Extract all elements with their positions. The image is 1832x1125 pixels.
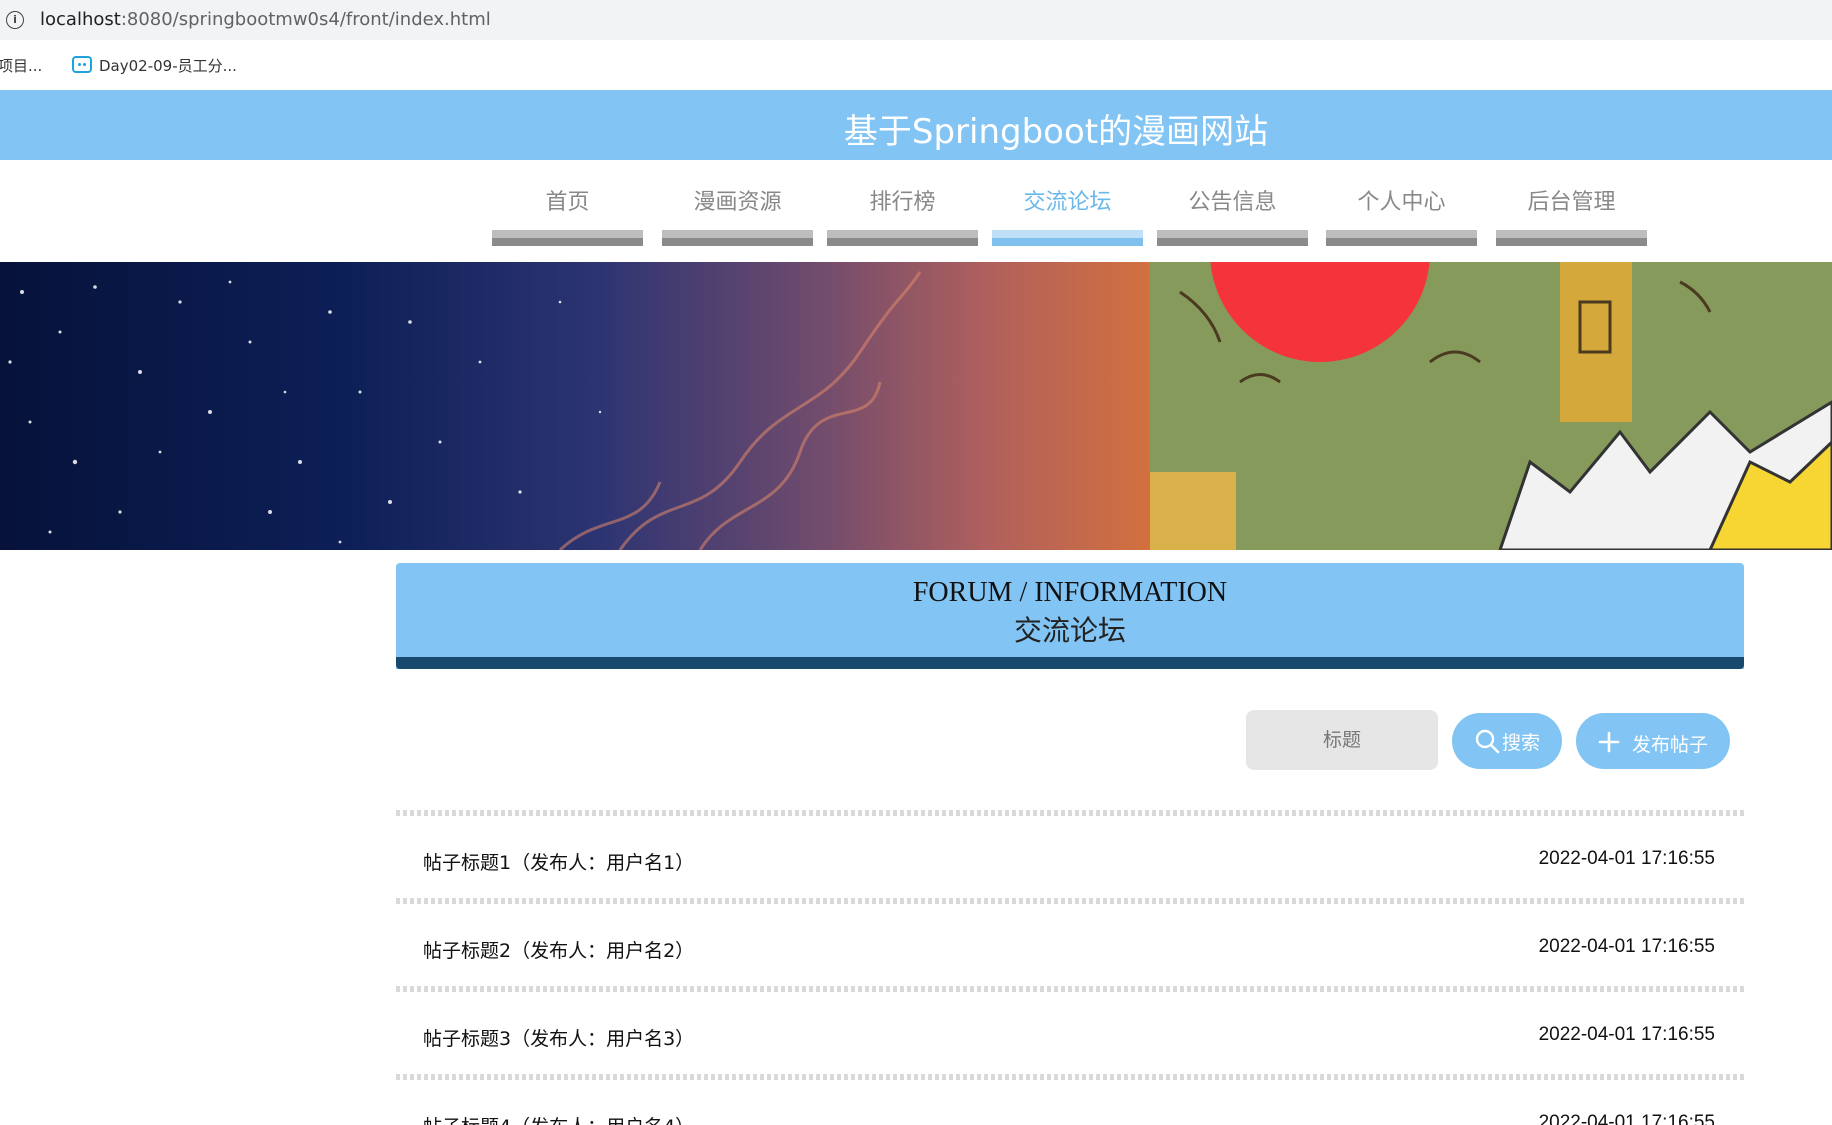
post-time: 2022-04-01 17:16:55	[1538, 848, 1715, 869]
nav-item-label: 公告信息	[1188, 190, 1277, 215]
nav-item-notices[interactable]: 公告信息	[1157, 190, 1308, 246]
forum-title-en: FORUM / INFORMATION	[912, 577, 1228, 608]
search-icon	[1475, 729, 1500, 754]
banner-image	[0, 262, 1832, 550]
banner-manga-art	[1150, 262, 1832, 550]
nav-underline	[662, 230, 813, 246]
post-list: 帖子标题1（发布人：用户名1） 2022-04-01 17:16:55 帖子标题…	[396, 810, 1744, 1125]
post-row[interactable]: 帖子标题3（发布人：用户名3） 2022-04-01 17:16:55	[396, 992, 1744, 1074]
browser-address-bar[interactable]: i localhost:8080/springbootmw0s4/front/i…	[0, 0, 1832, 40]
nav-underline	[827, 230, 978, 246]
nav-item-label: 首页	[545, 190, 590, 215]
search-button-label: 搜索	[1502, 732, 1541, 754]
nav-item-label: 后台管理	[1527, 190, 1616, 215]
forum-header-underline	[396, 657, 1744, 669]
post-row[interactable]: 帖子标题2（发布人：用户名2） 2022-04-01 17:16:55	[396, 904, 1744, 986]
nav-item-forum[interactable]: 交流论坛	[992, 190, 1143, 246]
nav-item-label: 漫画资源	[693, 190, 782, 215]
manga-art-decoration	[1150, 262, 1832, 550]
bilibili-icon	[72, 56, 92, 73]
nav-underline	[492, 230, 643, 246]
site-header: 基于Springboot的漫画网站	[0, 90, 1832, 160]
url-path: :8080/springbootmw0s4/front/index.html	[120, 9, 491, 30]
nav-underline	[1157, 230, 1308, 246]
post-row[interactable]: 帖子标题4（发布人：用户名4） 2022-04-01 17:16:55	[396, 1080, 1744, 1125]
nav-item-ranking[interactable]: 排行榜	[827, 190, 978, 246]
nav-item-label: 交流论坛	[1023, 190, 1112, 215]
url-host: localhost	[40, 9, 121, 30]
forum-section-header: FORUM / INFORMATION 交流论坛	[396, 563, 1744, 669]
nav-item-profile[interactable]: 个人中心	[1326, 190, 1477, 246]
post-title[interactable]: 帖子标题4（发布人：用户名4）	[423, 1112, 694, 1125]
title-search-input[interactable]	[1246, 710, 1438, 770]
nav-underline	[1326, 230, 1477, 246]
search-button[interactable]: 搜索	[1452, 713, 1562, 769]
banner-starry-sky	[0, 262, 1150, 550]
forum-title-cn: 交流论坛	[1013, 614, 1126, 647]
nav-item-label: 排行榜	[869, 190, 936, 215]
nav-underline	[1496, 230, 1647, 246]
stars-decoration	[8, 271, 922, 550]
post-title[interactable]: 帖子标题2（发布人：用户名2）	[423, 936, 694, 963]
new-post-button-label: 发布帖子	[1632, 734, 1709, 756]
bookmark-item[interactable]: 项目...	[0, 55, 42, 76]
bookmarks-bar: 项目... Day02-09-员工分...	[0, 40, 1832, 90]
post-time: 2022-04-01 17:16:55	[1538, 936, 1715, 957]
site-title: 基于Springboot的漫画网站	[843, 112, 1269, 152]
post-row[interactable]: 帖子标题1（发布人：用户名1） 2022-04-01 17:16:55	[396, 816, 1744, 898]
post-time: 2022-04-01 17:16:55	[1538, 1024, 1715, 1045]
bookmark-item[interactable]: Day02-09-员工分...	[99, 55, 237, 76]
nav-item-admin[interactable]: 后台管理	[1496, 190, 1647, 246]
new-post-button[interactable]: 发布帖子	[1576, 713, 1730, 769]
post-title[interactable]: 帖子标题3（发布人：用户名3）	[423, 1024, 694, 1051]
main-nav: 首页 漫画资源 排行榜 交流论坛 公告信息 个人中心 后台管理	[0, 160, 1832, 260]
plus-icon	[1598, 731, 1620, 753]
post-title[interactable]: 帖子标题1（发布人：用户名1）	[423, 848, 694, 875]
url-text[interactable]: localhost:8080/springbootmw0s4/front/ind…	[40, 9, 491, 30]
nav-item-home[interactable]: 首页	[492, 190, 643, 246]
post-time: 2022-04-01 17:16:55	[1538, 1112, 1715, 1125]
nav-item-comics[interactable]: 漫画资源	[662, 190, 813, 246]
nav-underline	[992, 230, 1143, 246]
site-info-icon[interactable]: i	[6, 11, 24, 29]
nav-item-label: 个人中心	[1357, 190, 1446, 215]
